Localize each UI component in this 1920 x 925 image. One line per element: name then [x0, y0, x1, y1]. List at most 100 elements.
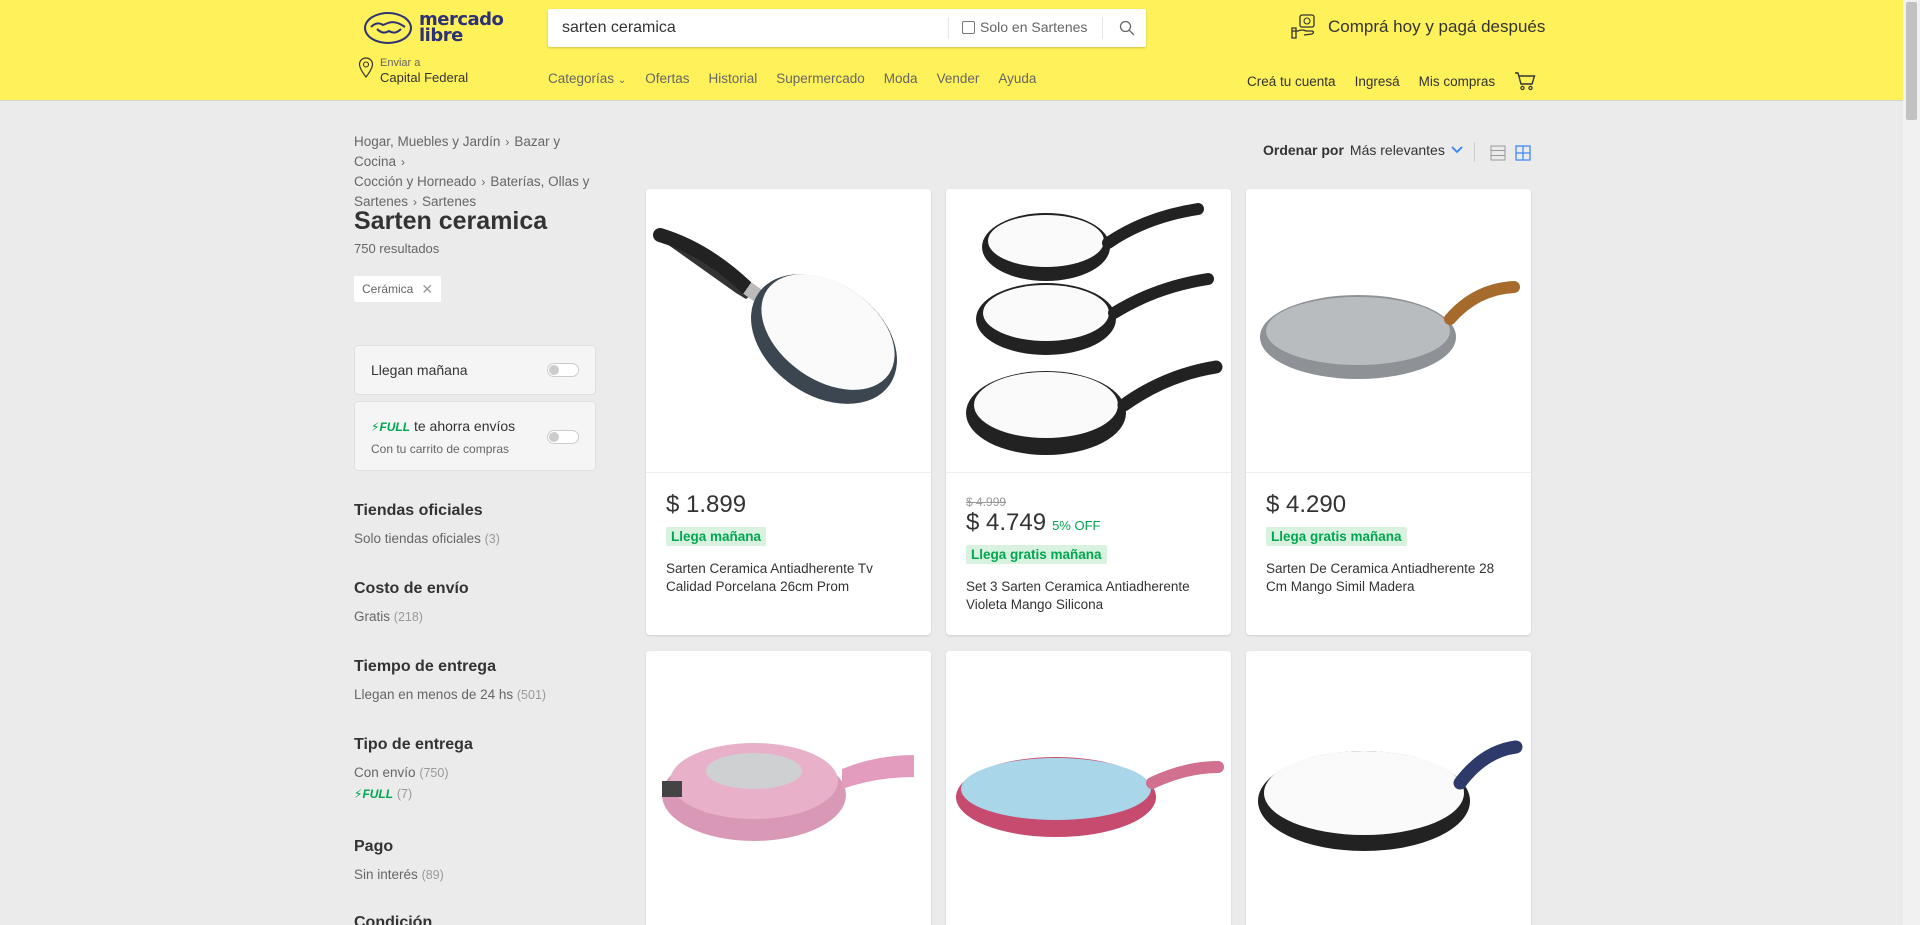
nav-ofertas[interactable]: Ofertas — [645, 71, 689, 86]
pan-set-image — [966, 203, 1223, 455]
shipping-tag: Llega mañana — [666, 527, 767, 546]
location-label: Enviar a — [380, 57, 421, 69]
page-scrollbar[interactable] — [1903, 0, 1920, 925]
full-toggle-card[interactable]: ⚡FULL te ahorra envíos Con tu carrito de… — [354, 401, 596, 471]
chip-label: Cerámica — [362, 282, 414, 296]
logo-line2: libre — [419, 25, 463, 46]
results-count: 750 resultados — [354, 241, 440, 256]
nav-historial[interactable]: Historial — [708, 71, 757, 86]
sort-dropdown[interactable]: Más relevantes — [1350, 142, 1445, 158]
product-card[interactable]: $ 1.899 Llega mañana Sarten Ceramica Ant… — [646, 189, 931, 635]
grid-view-icon[interactable] — [1515, 145, 1531, 161]
shipping-tag: Llega gratis mañana — [1266, 527, 1407, 546]
main-nav: Categorías ⌄ Ofertas Historial Supermerc… — [548, 71, 1055, 86]
nav-moda[interactable]: Moda — [884, 71, 918, 86]
filter-option-full[interactable]: ⚡FULL (7) — [354, 786, 473, 801]
filter-option[interactable]: Con envío (750) — [354, 765, 473, 780]
solo-en-sartenes-option[interactable]: Solo en Sartenes — [962, 19, 1087, 35]
product-image[interactable] — [1246, 651, 1531, 925]
sort-control: Ordenar por Más relevantes — [1263, 142, 1463, 158]
filter-group: Tiempo de entrega Llegan en menos de 24 … — [354, 658, 546, 702]
product-card[interactable]: $ 4.999 $ 4.749 5% OFF Llega gratis mañan… — [946, 189, 1231, 635]
header: mercado libre Solo en Sartenes Comprá ho… — [0, 0, 1920, 100]
shipping-location[interactable]: Enviar a Capital Federal — [358, 57, 468, 85]
pink-pan-image — [956, 757, 1224, 837]
create-account-link[interactable]: Creá tu cuenta — [1247, 74, 1336, 89]
page-title: Sarten ceramica — [354, 207, 548, 235]
product-image[interactable] — [946, 189, 1231, 473]
nav-vender[interactable]: Vender — [937, 71, 980, 86]
filter-option[interactable]: Gratis (218) — [354, 609, 469, 624]
search-icon — [1119, 20, 1135, 36]
product-image[interactable] — [1246, 189, 1531, 473]
filter-group: Condición — [354, 914, 432, 925]
chevron-right-icon: › — [481, 175, 486, 189]
search-divider-2 — [1102, 17, 1103, 39]
product-image[interactable] — [646, 189, 931, 473]
breadcrumb-item[interactable]: Hogar, Muebles y Jardín — [354, 134, 500, 149]
full-subtext: Con tu carrito de compras — [371, 442, 510, 456]
pink-double-pan-image — [662, 743, 914, 841]
filter-group: Pago Sin interés (89) — [354, 838, 444, 882]
chevron-down-icon[interactable] — [1451, 146, 1463, 154]
location-value: Capital Federal — [380, 70, 469, 85]
my-purchases-link[interactable]: Mis compras — [1419, 74, 1496, 89]
llegan-manana-toggle-card[interactable]: Llegan mañana — [354, 345, 596, 395]
nav-categorias[interactable]: Categorías ⌄ — [548, 71, 626, 86]
solo-en-sartenes-checkbox[interactable] — [962, 20, 975, 34]
nav-ayuda[interactable]: Ayuda — [998, 71, 1036, 86]
breadcrumb-item[interactable]: Cocción y Horneado — [354, 174, 476, 189]
full-text: te ahorra envíos — [413, 418, 516, 434]
location-pin-icon — [358, 57, 374, 78]
product-price: $ 1.899 — [666, 491, 747, 518]
close-icon[interactable]: ✕ — [421, 281, 433, 298]
sort-label: Ordenar por — [1263, 142, 1344, 158]
search-divider — [948, 17, 949, 39]
product-card[interactable]: $ 4.290 Llega gratis mañana Sarten De Ce… — [1246, 189, 1531, 635]
mercadolibre-logo[interactable]: mercado libre — [363, 10, 504, 46]
view-divider — [1474, 142, 1475, 162]
product-card[interactable] — [946, 651, 1231, 925]
list-view-icon[interactable] — [1490, 145, 1506, 161]
filter-title: Costo de envío — [354, 580, 469, 597]
search-button[interactable] — [1108, 9, 1146, 47]
original-price: $ 4.999 — [966, 495, 1007, 509]
filter-group: Costo de envío Gratis (218) — [354, 580, 469, 624]
nav-supermercado[interactable]: Supermercado — [776, 71, 865, 86]
llegan-manana-label: Llegan mañana — [371, 362, 468, 378]
product-title[interactable]: Sarten Ceramica Antiadherente Tv Calidad… — [666, 560, 911, 596]
product-title[interactable]: Sarten De Ceramica Antiadherente 28 Cm M… — [1266, 560, 1511, 596]
product-image[interactable] — [646, 651, 931, 925]
search-input[interactable] — [548, 10, 948, 46]
filter-option[interactable]: Solo tiendas oficiales (3) — [354, 531, 500, 546]
llegan-manana-switch[interactable] — [547, 363, 579, 377]
product-title[interactable]: Set 3 Sarten Ceramica Antiadherente Viol… — [966, 578, 1211, 614]
filter-group: Tipo de entrega Con envío (750) ⚡FULL (7… — [354, 736, 473, 801]
pan-image — [653, 228, 897, 404]
filter-option[interactable]: Sin interés (89) — [354, 867, 444, 882]
product-image[interactable] — [946, 651, 1231, 925]
filter-option[interactable]: Llegan en menos de 24 hs (501) — [354, 687, 546, 702]
product-price: $ 4.290 — [1266, 491, 1347, 518]
account-nav: Creá tu cuenta Ingresá Mis compras — [1247, 71, 1920, 91]
full-badge: ⚡FULL — [371, 420, 411, 434]
chevron-right-icon: › — [401, 155, 406, 169]
product-card[interactable] — [1246, 651, 1531, 925]
login-link[interactable]: Ingresá — [1355, 74, 1400, 89]
white-pan-image — [1258, 740, 1523, 851]
hand-money-icon — [1291, 14, 1315, 39]
filter-group: Tiendas oficiales Solo tiendas oficiales… — [354, 502, 500, 546]
pan-image — [1260, 281, 1520, 379]
filter-title: Pago — [354, 838, 394, 855]
search-bar: Solo en Sartenes — [548, 9, 1146, 47]
handshake-logo-icon — [363, 11, 413, 45]
chevron-down-icon: ⌄ — [617, 75, 627, 86]
shipping-tag: Llega gratis mañana — [966, 545, 1107, 564]
scrollbar-thumb[interactable] — [1906, 2, 1917, 120]
cart-icon[interactable] — [1514, 71, 1536, 91]
product-price: $ 4.749 — [966, 509, 1047, 536]
breadcrumb: Hogar, Muebles y Jardín › Bazar y Cocina › … — [354, 132, 614, 212]
promo-banner[interactable]: Comprá hoy y pagá después — [1290, 14, 1545, 40]
full-switch[interactable] — [547, 430, 579, 444]
product-card[interactable] — [646, 651, 931, 925]
